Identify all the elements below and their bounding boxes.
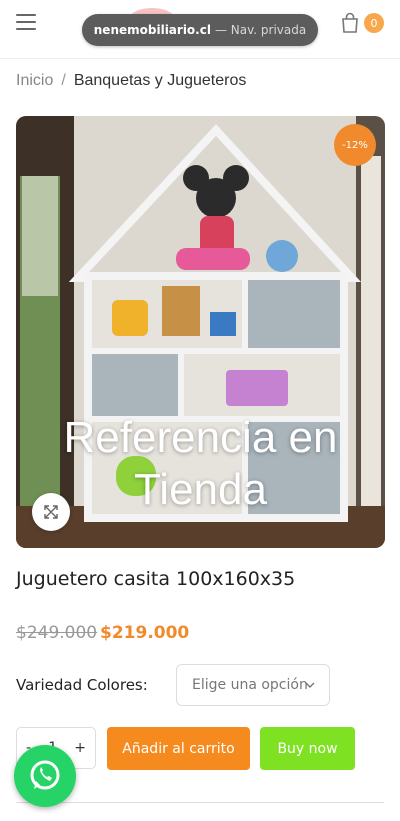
image-watermark: Referencia en Tienda (16, 412, 385, 516)
watermark-line-1: Referencia en (63, 413, 338, 462)
whatsapp-icon (30, 760, 60, 790)
domain-text: nenemobiliario.cl (93, 23, 211, 37)
whatsapp-button[interactable] (14, 745, 76, 807)
variant-colon: : (142, 676, 148, 694)
menu-icon[interactable] (16, 14, 36, 30)
product-title: Juguetero casita 100x160x35 (16, 568, 296, 590)
breadcrumb-home[interactable]: Inicio (16, 72, 53, 89)
cart-count-badge: 0 (364, 13, 384, 33)
cart-icon[interactable] (340, 12, 360, 34)
old-price: $249.000 (16, 623, 98, 643)
variant-label-text: Variedad Colores (16, 676, 143, 694)
variant-select-value: Elige una opción (192, 677, 308, 693)
breadcrumb: Inicio / Banquetas y Jugueteros (16, 72, 246, 90)
top-bar: nenemobiliario.cl — Nav. privada 0 (0, 0, 400, 59)
sale-badge: -12% (334, 124, 376, 166)
address-pill[interactable]: nenemobiliario.cl — Nav. privada (82, 14, 318, 46)
chevron-down-icon (305, 682, 315, 688)
buy-now-button[interactable]: Buy now (260, 727, 355, 770)
private-mode-text: — Nav. privada (214, 23, 307, 37)
zoom-icon (44, 505, 58, 519)
variant-label: Variedad Colores: (16, 676, 148, 694)
zoom-button[interactable] (32, 493, 70, 531)
add-to-cart-button[interactable]: Añadir al carrito (107, 727, 250, 770)
breadcrumb-separator: / (61, 72, 66, 89)
qty-increment-button[interactable]: + (74, 740, 86, 756)
variant-select[interactable]: Elige una opción (176, 664, 330, 706)
watermark-line-2: Tienda (134, 465, 267, 514)
breadcrumb-current[interactable]: Banquetas y Jugueteros (74, 72, 247, 89)
sale-price: $219.000 (100, 623, 190, 643)
divider (16, 802, 384, 803)
